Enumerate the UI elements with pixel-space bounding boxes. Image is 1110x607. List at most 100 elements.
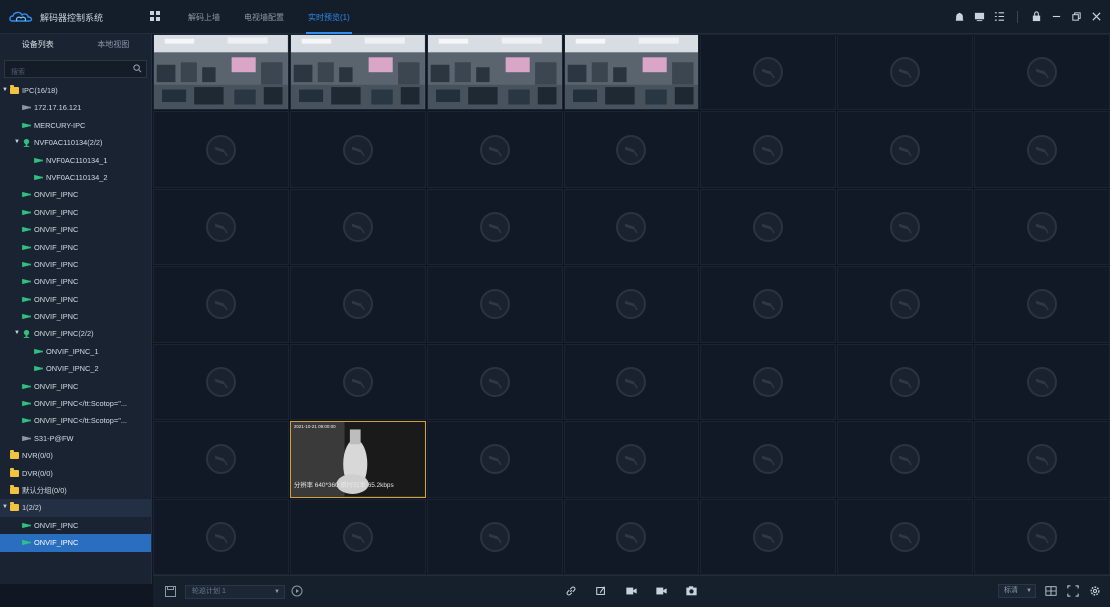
empty-video-cell[interactable] xyxy=(837,421,974,498)
empty-video-cell[interactable] xyxy=(837,266,974,343)
settings-icon[interactable] xyxy=(1088,584,1102,598)
empty-video-cell[interactable] xyxy=(700,498,837,575)
empty-video-cell[interactable] xyxy=(563,498,700,575)
empty-video-cell[interactable] xyxy=(563,266,700,343)
restore-icon[interactable] xyxy=(1070,11,1082,23)
empty-video-cell[interactable] xyxy=(426,421,563,498)
tree-device[interactable]: NVF0AC110134_2 xyxy=(0,169,151,186)
save-icon[interactable] xyxy=(165,586,176,597)
empty-video-cell[interactable] xyxy=(700,343,837,421)
empty-video-cell[interactable] xyxy=(563,188,700,266)
split-screen-icon[interactable] xyxy=(1044,584,1058,598)
empty-video-cell[interactable] xyxy=(153,421,289,498)
list-icon[interactable] xyxy=(993,11,1005,23)
video-feed-cell[interactable] xyxy=(153,34,289,111)
record-icon[interactable] xyxy=(623,584,639,598)
alarm-icon[interactable] xyxy=(953,11,965,23)
tree-device[interactable]: S31-P@FW xyxy=(0,430,151,447)
empty-video-cell[interactable] xyxy=(700,266,837,343)
search-input[interactable] xyxy=(5,64,146,81)
empty-video-cell[interactable] xyxy=(153,498,289,575)
tree-group[interactable]: ▼ NVF0AC110134(2/2) xyxy=(0,134,151,151)
minimize-icon[interactable] xyxy=(1050,11,1062,23)
empty-video-cell[interactable] xyxy=(426,266,563,343)
empty-video-cell[interactable] xyxy=(700,34,837,111)
capture-icon[interactable] xyxy=(683,584,699,598)
video-feed-cell[interactable] xyxy=(563,34,700,111)
chevron-down-icon[interactable]: ▼ xyxy=(14,325,20,342)
empty-video-cell[interactable] xyxy=(289,188,426,266)
chevron-down-icon[interactable]: ▼ xyxy=(2,499,8,516)
empty-video-cell[interactable] xyxy=(837,111,974,188)
empty-video-cell[interactable] xyxy=(974,343,1110,421)
empty-video-cell[interactable] xyxy=(426,111,563,188)
tab-decode-wall[interactable]: 解码上墙 xyxy=(176,0,232,34)
tree-folder[interactable]: ▼ IPC(16/18) xyxy=(0,82,151,99)
chevron-down-icon[interactable]: ▼ xyxy=(2,82,8,99)
tree-device[interactable]: 172.17.16.121 xyxy=(0,99,151,116)
empty-video-cell[interactable] xyxy=(289,266,426,343)
link-icon[interactable] xyxy=(563,584,579,598)
chevron-down-icon[interactable]: ▼ xyxy=(14,134,20,151)
patrol-plan-select[interactable]: 轮巡计划 1 ▼ xyxy=(185,585,285,599)
tree-device[interactable]: ONVIF_IPNC xyxy=(0,186,151,203)
empty-video-cell[interactable] xyxy=(974,111,1110,188)
empty-video-cell[interactable] xyxy=(289,111,426,188)
tree-group[interactable]: ▼ ONVIF_IPNC(2/2) xyxy=(0,325,151,342)
empty-video-cell[interactable] xyxy=(426,498,563,575)
empty-video-cell[interactable] xyxy=(974,498,1110,575)
record-stop-icon[interactable] xyxy=(653,584,669,598)
tree-folder[interactable]: ▼ 1(2/2) xyxy=(0,499,151,517)
tree-device[interactable]: ONVIF_IPNC xyxy=(0,534,151,552)
fullscreen-icon[interactable] xyxy=(1066,584,1080,598)
tree-device[interactable]: ONVIF_IPNC xyxy=(0,308,151,325)
empty-video-cell[interactable] xyxy=(974,34,1110,111)
tree-device[interactable]: ONVIF_IPNC</tt:Scotop="... xyxy=(0,412,151,429)
search-icon[interactable] xyxy=(133,64,142,73)
tree-device[interactable]: ONVIF_IPNC xyxy=(0,221,151,238)
empty-video-cell[interactable] xyxy=(289,498,426,575)
empty-video-cell[interactable] xyxy=(426,343,563,421)
tree-device[interactable]: NVF0AC110134_1 xyxy=(0,152,151,169)
tree-device[interactable]: ONVIF_IPNC xyxy=(0,517,151,534)
empty-video-cell[interactable] xyxy=(153,111,289,188)
empty-video-cell[interactable] xyxy=(974,188,1110,266)
lock-icon[interactable] xyxy=(1030,11,1042,23)
empty-video-cell[interactable] xyxy=(837,34,974,111)
tree-device[interactable]: ONVIF_IPNC_2 xyxy=(0,360,151,377)
empty-video-cell[interactable] xyxy=(974,421,1110,498)
empty-video-cell[interactable] xyxy=(426,188,563,266)
empty-video-cell[interactable] xyxy=(153,188,289,266)
snapshot-edit-icon[interactable] xyxy=(593,584,609,598)
video-feed-cell[interactable]: 2021-10-21 09:00:00 分辨率 640*360 瞬时码率 65.2… xyxy=(289,421,426,498)
tree-folder[interactable]: DVR(0/0) xyxy=(0,465,151,482)
empty-video-cell[interactable] xyxy=(837,343,974,421)
empty-video-cell[interactable] xyxy=(837,188,974,266)
tree-folder[interactable]: 默认分组(0/0) xyxy=(0,482,151,499)
empty-video-cell[interactable] xyxy=(153,343,289,421)
tree-device[interactable]: ONVIF_IPNC xyxy=(0,256,151,273)
video-feed-cell[interactable] xyxy=(426,34,563,111)
play-circle-icon[interactable] xyxy=(291,585,303,597)
empty-video-cell[interactable] xyxy=(289,343,426,421)
video-feed-cell[interactable] xyxy=(289,34,426,111)
tree-device[interactable]: MERCURY-IPC xyxy=(0,117,151,134)
tree-device[interactable]: ONVIF_IPNC xyxy=(0,378,151,395)
empty-video-cell[interactable] xyxy=(153,266,289,343)
close-icon[interactable] xyxy=(1090,11,1102,23)
empty-video-cell[interactable] xyxy=(563,343,700,421)
empty-video-cell[interactable] xyxy=(563,111,700,188)
tab-live-preview[interactable]: 实时预览(1) xyxy=(296,0,362,34)
tree-device[interactable]: ONVIF_IPNC xyxy=(0,273,151,290)
tree-device[interactable]: ONVIF_IPNC_1 xyxy=(0,343,151,360)
empty-video-cell[interactable] xyxy=(700,188,837,266)
screen-icon[interactable] xyxy=(973,11,985,23)
tab-device-list[interactable]: 设备列表 xyxy=(0,34,76,56)
apps-grid-icon[interactable] xyxy=(150,11,160,21)
empty-video-cell[interactable] xyxy=(974,266,1110,343)
empty-video-cell[interactable] xyxy=(700,111,837,188)
tree-device[interactable]: ONVIF_IPNC</tt:Scotop="... xyxy=(0,395,151,412)
tree-folder[interactable]: NVR(0/0) xyxy=(0,447,151,464)
empty-video-cell[interactable] xyxy=(700,421,837,498)
tree-device[interactable]: ONVIF_IPNC xyxy=(0,291,151,308)
